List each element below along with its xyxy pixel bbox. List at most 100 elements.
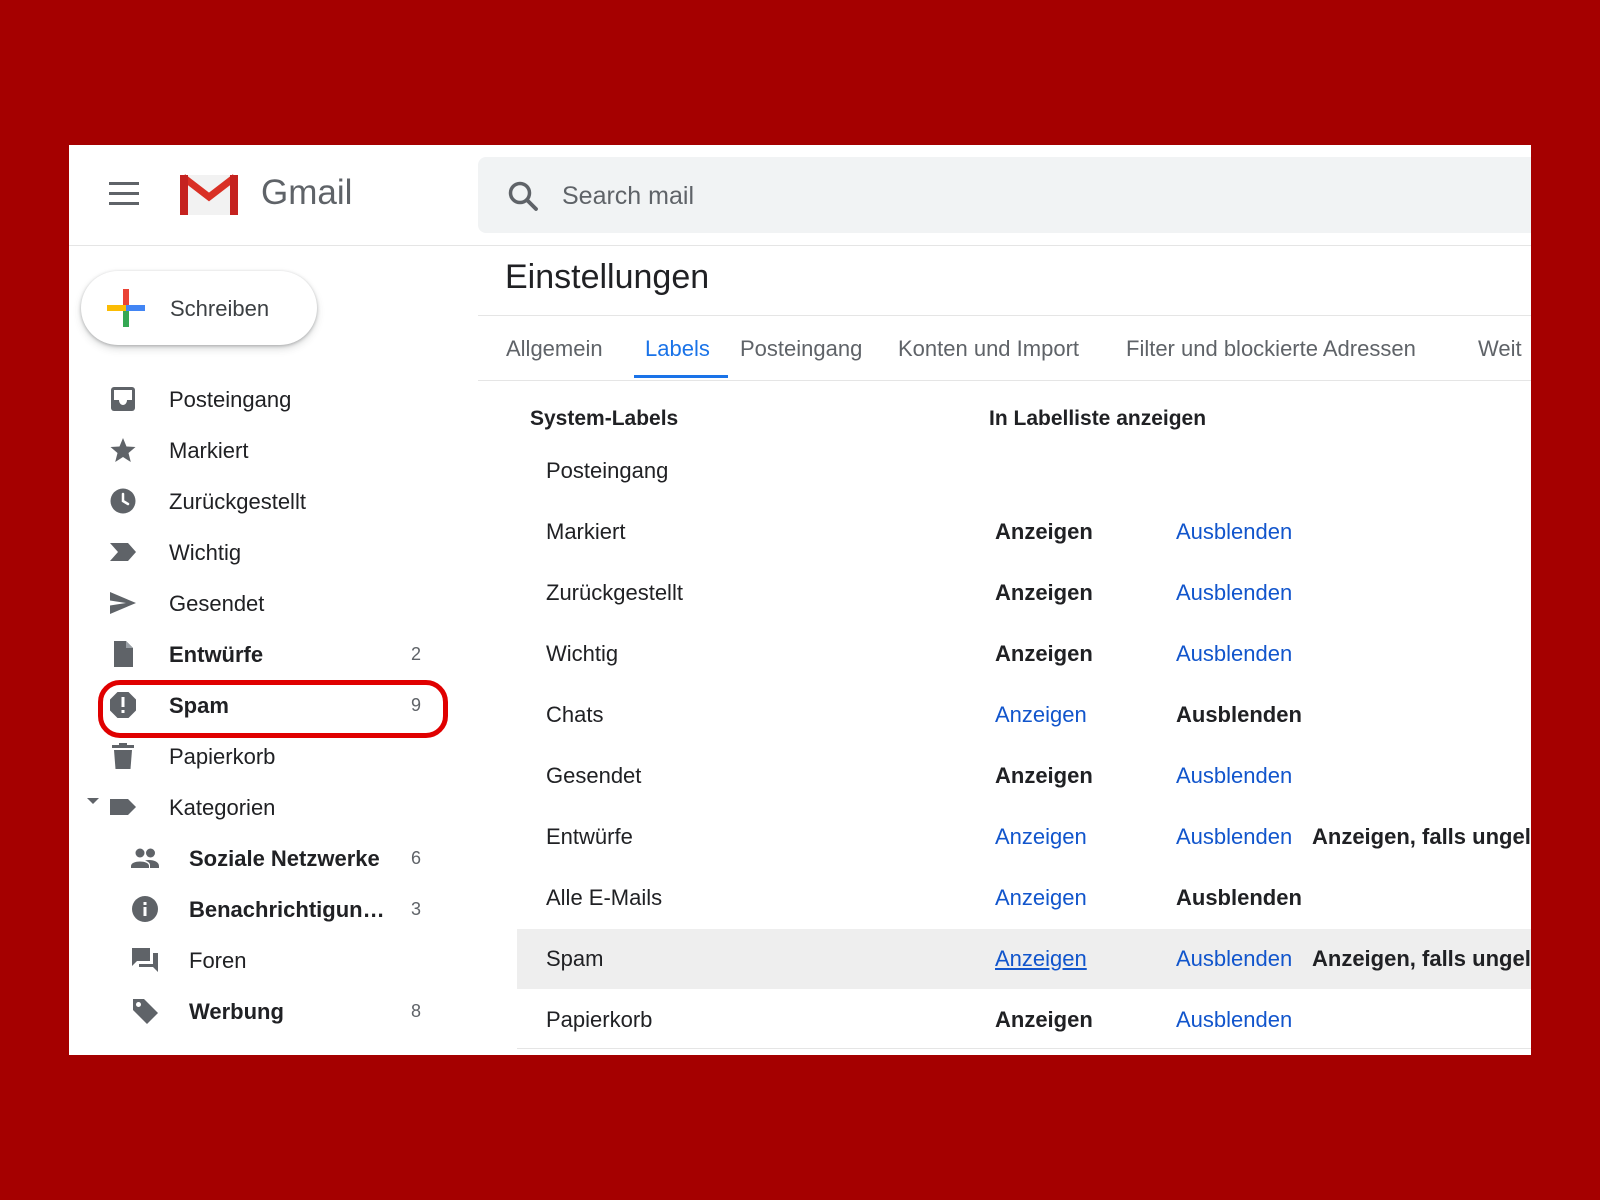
search-icon[interactable] [506, 179, 540, 213]
show-option: Anzeigen [995, 1007, 1093, 1032]
hide-option: Ausblenden [1176, 702, 1302, 727]
label-row-spam: Spam Anzeigen Ausblenden Anzeigen, falls… [517, 929, 1531, 989]
important-icon [110, 543, 136, 561]
plus-icon [107, 289, 145, 327]
sidebar-item-label: Zurückgestellt [169, 489, 306, 514]
unread-count: 8 [410, 1001, 421, 1021]
label-name: Alle E-Mails [546, 885, 663, 910]
show-if-unread-option: Anzeigen, falls ungelesen [1312, 946, 1531, 971]
show-link[interactable]: Anzeigen [995, 946, 1087, 972]
collapse-caret-icon[interactable] [87, 798, 99, 804]
menu-icon-line [109, 202, 139, 205]
show-option: Anzeigen [995, 580, 1093, 605]
sidebar-item-starred[interactable]: Markiert [99, 426, 439, 474]
label-name: Gesendet [546, 763, 642, 788]
show-if-unread-option: Anzeigen, falls ungelesen [1312, 824, 1531, 849]
hide-link[interactable]: Ausblenden [1176, 763, 1292, 789]
menu-icon-line [109, 182, 139, 185]
people-icon [131, 848, 159, 868]
sidebar-item-label: Papierkorb [169, 744, 276, 769]
hide-link[interactable]: Ausblenden [1176, 824, 1292, 850]
label-name: Wichtig [546, 641, 619, 666]
tab-labels[interactable]: Labels [645, 336, 710, 362]
compose-button[interactable]: Schreiben [81, 271, 317, 345]
label-row-inbox: Posteingang [517, 441, 1531, 501]
sidebar-item-label: Werbung [189, 999, 284, 1024]
sidebar-item-sent[interactable]: Gesendet [99, 579, 439, 627]
forum-icon [132, 948, 158, 972]
sidebar-item-label: Entwürfe [169, 642, 264, 667]
sidebar-item-drafts[interactable]: Entwürfe 2 [99, 630, 439, 678]
hide-link[interactable]: Ausblenden [1176, 946, 1292, 972]
page-title: Einstellungen [505, 258, 710, 296]
active-tab-indicator [634, 375, 728, 378]
hide-link[interactable]: Ausblenden [1176, 1007, 1292, 1033]
sidebar-item-label: Benachrichtigungen [189, 897, 389, 922]
tab-inbox[interactable]: Posteingang [740, 336, 862, 362]
label-name: Markiert [546, 519, 626, 544]
show-option: Anzeigen [995, 763, 1093, 788]
label-row-chats: Chats Anzeigen Ausblenden [517, 685, 1531, 745]
send-icon [110, 592, 136, 614]
sidebar-item-forums[interactable]: Foren [99, 936, 439, 984]
label-name: Zurückgestellt [546, 580, 683, 605]
label-row-drafts: Entwürfe Anzeigen Ausblenden Anzeigen, f… [517, 807, 1531, 867]
label-row-starred: Markiert Anzeigen Ausblenden [517, 502, 1531, 562]
info-icon [132, 896, 158, 922]
label-row-snoozed: Zurückgestellt Anzeigen Ausblenden [517, 563, 1531, 623]
compose-label: Schreiben [170, 296, 270, 321]
label-icon [110, 799, 136, 815]
sidebar-item-label: Posteingang [169, 387, 292, 412]
gmail-logo-icon[interactable] [179, 171, 239, 217]
sidebar-item-categories[interactable]: Kategorien [99, 783, 439, 831]
show-link[interactable]: Anzeigen [995, 702, 1087, 728]
hide-link[interactable]: Ausblenden [1176, 580, 1292, 606]
sidebar-item-snoozed[interactable]: Zurückgestellt [99, 477, 439, 525]
trash-icon [112, 743, 134, 769]
sidebar-item-label: Markiert [169, 438, 249, 463]
main-menu-button[interactable] [109, 182, 139, 206]
top-bar: Gmail [69, 145, 1531, 246]
search-bar[interactable] [478, 157, 1531, 233]
show-option: Anzeigen [995, 641, 1093, 666]
show-option: Anzeigen [995, 519, 1093, 544]
label-name: Posteingang [546, 458, 669, 483]
sidebar-item-label: Soziale Netzwerke [189, 846, 380, 871]
tag-icon [133, 999, 158, 1024]
sidebar-item-label: Spam [169, 693, 229, 718]
gmail-wordmark: Gmail [261, 173, 353, 212]
clock-icon [110, 488, 136, 514]
tab-accounts-import[interactable]: Konten und Import [898, 336, 1079, 362]
tab-more[interactable]: Weit [1478, 336, 1522, 362]
menu-icon-line [109, 192, 139, 195]
label-name: Entwürfe [546, 824, 633, 849]
column-system-labels: System-Labels [530, 407, 679, 430]
label-name: Spam [546, 946, 604, 971]
sidebar-item-label: Wichtig [169, 540, 242, 565]
gmail-window: Gmail Schreiben Posteingang [69, 145, 1531, 1055]
hide-option: Ausblenden [1176, 885, 1302, 910]
sidebar-item-promotions[interactable]: Werbung 8 [99, 987, 439, 1035]
star-icon [110, 438, 136, 462]
unread-count: 9 [410, 695, 421, 715]
sidebar-item-updates[interactable]: Benachrichtigungen 3 [99, 885, 439, 933]
sidebar-item-spam[interactable]: Spam 9 [99, 681, 439, 729]
table-divider [517, 1048, 1531, 1049]
tab-general[interactable]: Allgemein [506, 336, 603, 362]
label-row-sent: Gesendet Anzeigen Ausblenden [517, 746, 1531, 806]
sidebar-item-trash[interactable]: Papierkorb [99, 732, 439, 780]
sidebar-item-inbox[interactable]: Posteingang [99, 375, 439, 423]
search-input[interactable] [560, 175, 1264, 217]
hide-link[interactable]: Ausblenden [1176, 519, 1292, 545]
spam-icon [110, 692, 136, 718]
inbox-icon [111, 387, 135, 411]
sidebar-item-social[interactable]: Soziale Netzwerke 6 [99, 834, 439, 882]
draft-icon [114, 641, 133, 667]
sidebar-item-important[interactable]: Wichtig [99, 528, 439, 576]
sidebar-item-label: Gesendet [169, 591, 265, 616]
show-link[interactable]: Anzeigen [995, 824, 1087, 850]
tab-filters[interactable]: Filter und blockierte Adressen [1126, 336, 1416, 362]
label-row-trash: Papierkorb Anzeigen Ausblenden [517, 990, 1531, 1050]
hide-link[interactable]: Ausblenden [1176, 641, 1292, 667]
show-link[interactable]: Anzeigen [995, 885, 1087, 911]
